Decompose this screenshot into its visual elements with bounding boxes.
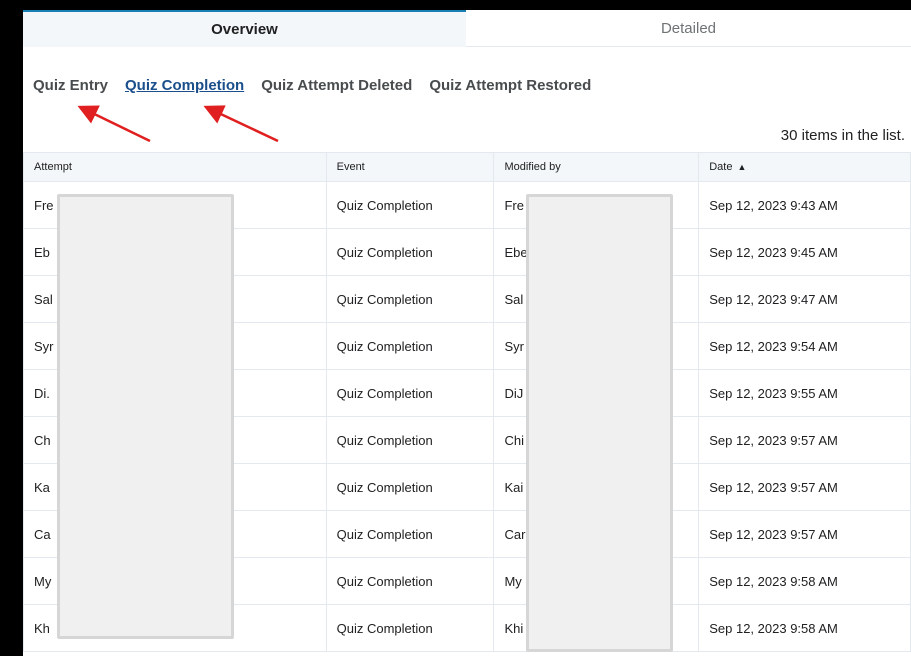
event-filter-links: Quiz Entry Quiz Completion Quiz Attempt … [33, 77, 591, 94]
cell-date: Sep 12, 2023 9:57 AM [698, 416, 911, 464]
cell-event: Quiz Completion [325, 275, 495, 323]
header-date[interactable]: Date ▲ [698, 152, 911, 182]
cell-date: Sep 12, 2023 9:57 AM [698, 463, 911, 511]
link-quiz-attempt-restored[interactable]: Quiz Attempt Restored [429, 77, 591, 94]
header-date-label: Date [709, 161, 733, 173]
cell-event: Quiz Completion [325, 322, 495, 370]
sort-ascending-icon: ▲ [737, 162, 747, 172]
cell-event: Quiz Completion [325, 463, 495, 511]
cell-date: Sep 12, 2023 9:58 AM [698, 604, 911, 652]
link-quiz-entry[interactable]: Quiz Entry [33, 77, 108, 94]
items-count: 30 items in the list. [780, 127, 905, 144]
header-event[interactable]: Event [325, 152, 495, 182]
tab-overview[interactable]: Overview [23, 10, 466, 47]
redaction-box-attempt [57, 194, 234, 639]
link-quiz-completion[interactable]: Quiz Completion [125, 77, 244, 94]
page: Overview Detailed Quiz Entry Quiz Comple… [0, 0, 911, 656]
red-arrow-quiz-entry [77, 105, 151, 143]
cell-date: Sep 12, 2023 9:45 AM [698, 228, 911, 276]
cell-event: Quiz Completion [325, 416, 495, 464]
cell-event: Quiz Completion [325, 604, 495, 652]
cell-event: Quiz Completion [325, 557, 495, 605]
cell-event: Quiz Completion [325, 369, 495, 417]
view-tabs: Overview Detailed [23, 10, 911, 47]
cell-date: Sep 12, 2023 9:55 AM [698, 369, 911, 417]
cell-date: Sep 12, 2023 9:54 AM [698, 322, 911, 370]
cell-date: Sep 12, 2023 9:58 AM [698, 557, 911, 605]
cell-date: Sep 12, 2023 9:47 AM [698, 275, 911, 323]
tab-detailed[interactable]: Detailed [466, 10, 911, 47]
cell-date: Sep 12, 2023 9:43 AM [698, 181, 911, 229]
cell-event: Quiz Completion [325, 510, 495, 558]
redaction-box-modified-by [526, 194, 673, 652]
header-modified-by[interactable]: Modified by [493, 152, 700, 182]
header-attempt[interactable]: Attempt [23, 152, 327, 182]
black-border-left [0, 0, 23, 656]
cell-event: Quiz Completion [325, 228, 495, 276]
red-arrow-quiz-completion [203, 105, 279, 143]
table-header-row: Attempt Event Modified by Date ▲ [23, 152, 911, 182]
black-border-top [0, 0, 911, 10]
link-quiz-attempt-deleted[interactable]: Quiz Attempt Deleted [261, 77, 412, 94]
cell-date: Sep 12, 2023 9:57 AM [698, 510, 911, 558]
cell-event: Quiz Completion [325, 181, 495, 229]
